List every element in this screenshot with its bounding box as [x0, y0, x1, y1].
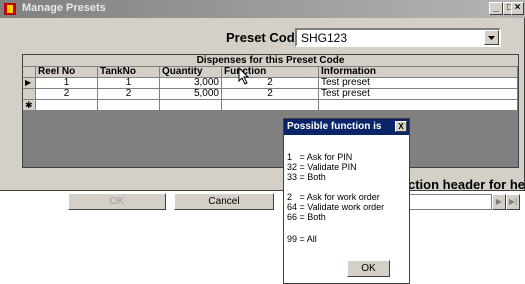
cell-information[interactable]	[319, 100, 518, 111]
cell-information[interactable]: Test preset	[319, 78, 518, 89]
record-nav-box[interactable]	[408, 194, 492, 210]
popup-title-bar[interactable]: Possible function is X	[284, 119, 409, 135]
next-record-button[interactable]: ▶	[492, 194, 506, 210]
function-line: 99 = All	[287, 234, 317, 244]
cell-reel-no[interactable]: 1	[36, 78, 98, 89]
column-header-quantity[interactable]: Quantity	[160, 67, 222, 78]
cell-tank-no[interactable]	[98, 100, 160, 111]
popup-close-button[interactable]: X	[395, 121, 407, 132]
column-header-tank-no[interactable]: TankNo	[98, 67, 160, 78]
window-title: Manage Presets	[22, 2, 106, 14]
popup-title: Possible function is	[287, 121, 382, 132]
ok-button[interactable]: OK	[68, 193, 166, 210]
app-icon	[4, 3, 16, 15]
cell-reel-no[interactable]	[36, 100, 98, 111]
cell-function[interactable]	[222, 100, 319, 111]
cell-information[interactable]: Test preset	[319, 89, 518, 100]
manage-presets-window: Manage Presets _ □ × Preset Code SHG123 …	[0, 0, 525, 192]
new-row-indicator[interactable]: ✱	[23, 100, 36, 111]
function-line: 1 = Ask for PIN	[287, 152, 353, 162]
function-line: 64 = Validate work order	[287, 202, 385, 212]
cell-tank-no[interactable]: 2	[98, 89, 160, 100]
minimize-button[interactable]: _	[489, 2, 503, 15]
cell-reel-no[interactable]: 2	[36, 89, 98, 100]
grid-caption: Dispenses for this Preset Code	[23, 55, 518, 67]
cancel-button[interactable]: Cancel	[174, 193, 274, 210]
cell-function[interactable]: 2	[222, 78, 319, 89]
function-line: 66 = Both	[287, 212, 326, 222]
function-popup: Possible function is X 1 = Ask for PIN 3…	[283, 118, 410, 284]
preset-code-combo[interactable]: SHG123	[295, 28, 501, 47]
cell-quantity[interactable]: 3,000	[160, 78, 222, 89]
cell-quantity[interactable]: 5,000	[160, 89, 222, 100]
last-record-button[interactable]: ▶|	[506, 194, 520, 210]
row-selector-header	[23, 67, 36, 78]
chevron-down-icon	[488, 36, 495, 40]
preset-code-label: Preset Code	[226, 30, 302, 45]
column-header-information[interactable]: Information	[319, 67, 518, 78]
title-bar[interactable]: Manage Presets _ □ ×	[0, 0, 525, 18]
cell-quantity[interactable]	[160, 100, 222, 111]
function-line: 2 = Ask for work order	[287, 192, 380, 202]
column-header-function[interactable]: Function	[222, 67, 319, 78]
cell-function[interactable]: 2	[222, 89, 319, 100]
help-text: ction header for help	[408, 177, 525, 192]
function-line: 33 = Both	[287, 172, 326, 182]
preset-dropdown-button[interactable]	[484, 30, 499, 45]
dispenses-grid[interactable]: Dispenses for this Preset Code Reel No T…	[22, 54, 519, 168]
function-line: 32 = Validate PIN	[287, 162, 357, 172]
row-indicator[interactable]: ▶	[23, 78, 36, 89]
mouse-cursor-icon	[238, 67, 250, 85]
popup-ok-button[interactable]: OK	[347, 260, 390, 277]
row-indicator[interactable]	[23, 89, 36, 100]
column-header-reel-no[interactable]: Reel No	[36, 67, 98, 78]
cell-tank-no[interactable]: 1	[98, 78, 160, 89]
preset-code-value: SHG123	[301, 31, 348, 45]
close-button[interactable]: ×	[511, 2, 524, 15]
